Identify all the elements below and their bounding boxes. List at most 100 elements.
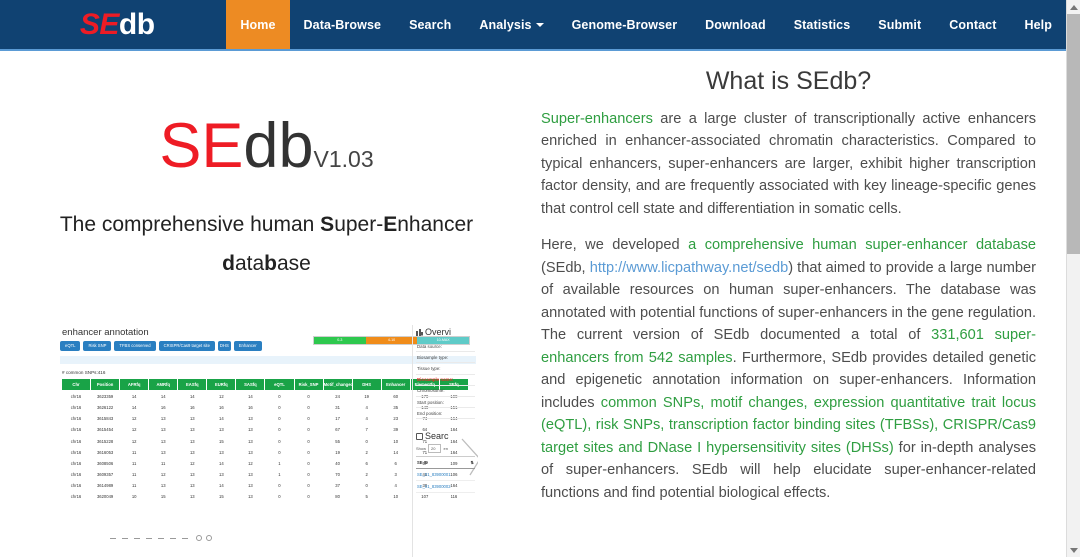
- nav-item-data-browse[interactable]: Data-Browse: [290, 0, 396, 49]
- tagline-part-2: uper-: [334, 213, 384, 236]
- preview-col-8[interactable]: Risk_SNP: [293, 378, 324, 392]
- table-cell: 11: [119, 446, 150, 459]
- preview-tab-crispr[interactable]: CRISPR/Cas9 target site: [158, 341, 215, 352]
- nav-item-statistics[interactable]: Statistics: [780, 0, 865, 49]
- preview-col-0[interactable]: Chr: [60, 378, 92, 392]
- table-cell: 16: [235, 401, 266, 414]
- preview-pagination-dots[interactable]: [196, 535, 212, 541]
- preview-tab-eqtl[interactable]: eQTL: [60, 341, 81, 352]
- scrollbar-thumb[interactable]: [1067, 14, 1080, 254]
- table-row[interactable]: chr16 3615228 12 13 13 15 13 0 0 55 0 10 71 164: [60, 434, 470, 448]
- nav-item-download[interactable]: Download: [691, 0, 780, 49]
- table-cell: 15: [148, 490, 179, 504]
- table-row[interactable]: chr16 3623359 14 14 14 12 14 0 0 24 19 60 179 199: [60, 390, 470, 403]
- table-cell: 70: [322, 468, 353, 481]
- preview-col-11[interactable]: Enhancer: [380, 378, 411, 392]
- table-cell: 14: [235, 390, 266, 403]
- side-field-start-position: Start position:: [416, 397, 475, 409]
- preview-dashed-rule: [110, 538, 190, 539]
- entries-select[interactable]: 20: [428, 444, 442, 454]
- table-cell: 13: [177, 412, 208, 425]
- nav-item-submit[interactable]: Submit: [864, 0, 935, 49]
- table-cell: 0: [264, 446, 295, 459]
- site-logo[interactable]: SEdb: [0, 0, 226, 49]
- side-field-data-source: Data source:: [416, 341, 475, 353]
- table-cell: 13: [177, 434, 208, 448]
- table-cell: 13: [177, 446, 208, 459]
- table-row[interactable]: chr16 3620049 10 15 13 15 13 0 0 80 5 10 107 116: [60, 490, 470, 504]
- table-row[interactable]: chr16 3609357 11 12 13 13 13 1 0 70 2 3 41 106: [60, 468, 470, 481]
- preview-col-1[interactable]: Position: [90, 378, 121, 392]
- legend-low: 0-3: [314, 337, 366, 344]
- about-title: What is SEdb?: [705, 67, 872, 95]
- table-cell: 13: [148, 423, 179, 436]
- hero-logo-db: db: [243, 111, 314, 181]
- table-cell: 3615228: [90, 434, 121, 448]
- preview-col-5[interactable]: EURfq: [206, 378, 237, 392]
- table-cell: 13: [235, 468, 266, 481]
- table-cell: 4: [351, 401, 382, 414]
- link-super-enhancers[interactable]: Super-enhancers: [541, 111, 653, 127]
- table-cell: 14: [206, 412, 237, 425]
- table-cell: 0: [293, 479, 324, 492]
- side-field-biosample-type: Biosample type:: [416, 352, 475, 364]
- table-row[interactable]: chr16 3614989 11 13 13 14 13 0 0 37 0 4 38 164: [60, 479, 470, 492]
- preview-se-id-row-2[interactable]: SE_01_83900002: [416, 481, 475, 494]
- table-cell: 0: [293, 457, 324, 470]
- table-cell: 67: [322, 423, 353, 436]
- table-row[interactable]: chr16 3615843 12 13 13 14 13 0 0 17 4 23 74 164: [60, 412, 470, 425]
- preview-col-7[interactable]: eQTL: [264, 378, 295, 392]
- table-row[interactable]: chr16 3616053 11 13 13 13 13 0 0 19 2 14 71 164: [60, 446, 470, 459]
- table-cell: 0: [293, 412, 324, 425]
- nav-item-home[interactable]: Home: [226, 0, 290, 49]
- scroll-down-icon[interactable]: [1067, 543, 1080, 557]
- table-cell: 37: [322, 479, 353, 492]
- scroll-up-icon[interactable]: [1067, 0, 1080, 14]
- table-cell: 0: [351, 434, 382, 448]
- preview-col-3[interactable]: AMRfq: [148, 378, 179, 392]
- nav-links: Home Data-Browse Search Analysis Genome-…: [226, 0, 1066, 49]
- se-id-label: SE ID: [417, 460, 428, 466]
- preview-col-9[interactable]: Motif_changed: [322, 378, 353, 392]
- table-cell: 17: [322, 412, 353, 425]
- preview-tab-enhancer[interactable]: Enhancer: [233, 341, 262, 352]
- preview-tab-tfbs[interactable]: TFBS conserved: [114, 341, 156, 352]
- nav-item-search[interactable]: Search: [395, 0, 465, 49]
- table-cell: 3: [380, 468, 411, 481]
- nav-item-help[interactable]: Help: [1011, 0, 1067, 49]
- preview-col-10[interactable]: DHS: [351, 378, 382, 392]
- preview-se-id-row-1[interactable]: SE_01_83900001: [416, 469, 475, 482]
- table-cell: 0: [264, 479, 295, 492]
- app-preview-screenshot[interactable]: enhancer annotation eQTL Risk SNP TFBS c…: [58, 325, 478, 557]
- link-comprehensive-db[interactable]: a comprehensive human super-enhancer dat…: [688, 237, 1036, 253]
- nav-item-genome-browser[interactable]: Genome-Browser: [558, 0, 692, 49]
- table-cell: 4: [380, 479, 411, 492]
- table-cell: chr16: [60, 468, 92, 481]
- preview-search-header: Searc: [416, 431, 475, 441]
- table-cell: 6: [380, 457, 411, 470]
- nav-item-analysis[interactable]: Analysis: [465, 0, 557, 49]
- table-cell: 14: [177, 390, 208, 403]
- preview-col-4[interactable]: EASfq: [177, 378, 208, 392]
- table-cell: 16: [206, 401, 237, 414]
- tagline-part-4: ata: [234, 251, 265, 275]
- preview-col-2[interactable]: AFRfq: [119, 378, 150, 392]
- nav-label-genome-browser: Genome-Browser: [571, 17, 678, 32]
- preview-tab-risk-snp[interactable]: Risk SNP: [83, 341, 112, 352]
- table-row[interactable]: chr16 3626122 14 16 16 16 16 0 0 31 4 35 149 151: [60, 401, 470, 414]
- table-cell: 3609357: [90, 468, 121, 481]
- table-cell: 7: [351, 423, 382, 436]
- table-cell: 13: [148, 479, 179, 492]
- preview-tab-dhs[interactable]: DHS: [217, 341, 231, 352]
- vertical-scrollbar[interactable]: [1066, 0, 1080, 557]
- left-page-margin: [0, 51, 14, 557]
- table-cell: 13: [177, 423, 208, 436]
- sedb-url-link[interactable]: http://www.licpathway.net/sedb: [590, 260, 788, 276]
- table-row[interactable]: chr16 3615454 12 13 13 13 13 0 0 67 7 39 64 164: [60, 423, 470, 436]
- table-row[interactable]: chr16 3608506 11 11 12 14 12 1 0 40 6 6 57 109: [60, 457, 470, 470]
- hero-logo-se: SE: [159, 111, 244, 181]
- page-content: SEdbV1.03 The comprehensive human Super-…: [0, 53, 1066, 557]
- preview-col-6[interactable]: SASfq: [235, 378, 266, 392]
- preview-se-id-header[interactable]: SE ID ⇅: [416, 456, 475, 470]
- nav-item-contact[interactable]: Contact: [935, 0, 1010, 49]
